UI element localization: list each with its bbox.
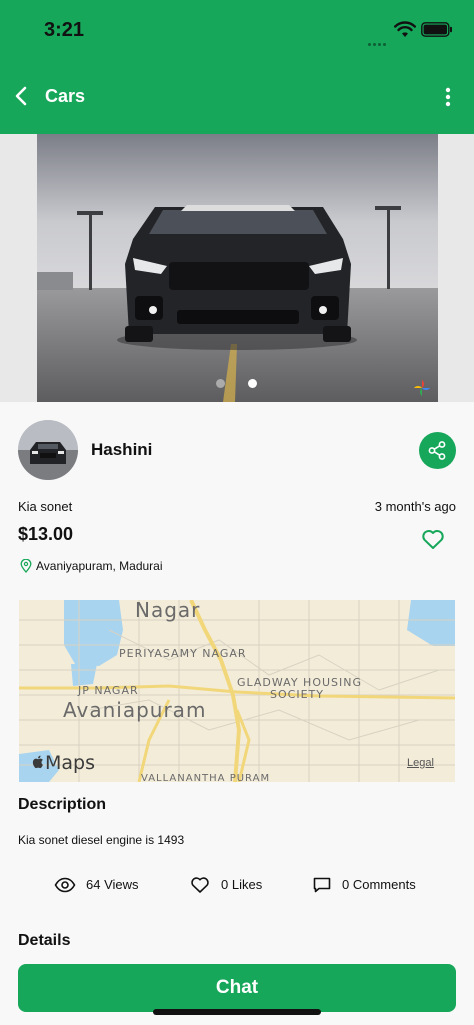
carousel-dot[interactable] <box>216 379 225 388</box>
seller-name[interactable]: Hashini <box>91 440 152 460</box>
map-label: JP NAGAR <box>78 684 139 697</box>
battery-icon <box>421 22 452 37</box>
likes-count: 0 Likes <box>221 877 263 892</box>
maps-logo: Maps <box>31 752 95 774</box>
posted-time: 3 month's ago <box>374 499 456 514</box>
wifi-icon <box>394 21 416 37</box>
image-carousel[interactable] <box>0 134 474 402</box>
car-photo <box>37 134 438 402</box>
price: $13.00 <box>18 524 74 544</box>
home-indicator <box>153 1009 321 1015</box>
back-icon[interactable] <box>8 80 34 112</box>
heart-icon[interactable] <box>421 528 445 550</box>
page-title: Cars <box>45 86 86 106</box>
location-text: Avaniyapuram, Madurai <box>36 559 163 573</box>
app-bar: Cars <box>0 60 474 134</box>
description-heading: Description <box>18 796 107 813</box>
legal-link[interactable]: Legal <box>407 757 434 769</box>
views-stat: 64 Views <box>54 875 154 895</box>
location-map[interactable]: Nagar PERIYASAMY NAGAR JP NAGAR GLADWAY … <box>19 600 455 782</box>
map-label: PERIYASAMY NAGAR <box>119 647 247 660</box>
chat-button[interactable]: Chat <box>18 964 456 1012</box>
maps-logo-text: Maps <box>45 752 95 774</box>
pinwheel-icon <box>414 380 430 396</box>
map-label: Avaniapuram <box>63 698 207 722</box>
apple-logo-icon <box>32 755 43 769</box>
product-title: Kia sonet <box>18 499 73 514</box>
comments-count: 0 Comments <box>342 877 416 892</box>
share-icon <box>428 441 446 460</box>
views-count: 64 Views <box>86 877 139 892</box>
more-icon[interactable] <box>436 82 460 112</box>
description-text: Kia sonet diesel engine is 1493 <box>18 833 185 847</box>
status-time: 3:21 <box>44 19 85 41</box>
map-label: Nagar <box>135 600 201 622</box>
map-label: VALLANANTHA PURAM <box>141 773 271 782</box>
details-heading: Details <box>18 932 71 949</box>
signal-icon <box>368 33 390 46</box>
heart-icon <box>191 877 209 893</box>
share-button[interactable] <box>419 432 456 469</box>
comment-icon <box>313 877 331 893</box>
likes-stat[interactable]: 0 Likes <box>190 875 280 895</box>
avatar[interactable] <box>18 420 78 480</box>
comments-stat[interactable]: 0 Comments <box>312 875 432 895</box>
status-bar: 3:21 <box>0 0 474 60</box>
map-label: SOCIETY <box>270 688 324 701</box>
carousel-dot-active[interactable] <box>248 379 257 388</box>
location-pin-icon <box>20 559 32 573</box>
eye-icon <box>54 877 76 893</box>
